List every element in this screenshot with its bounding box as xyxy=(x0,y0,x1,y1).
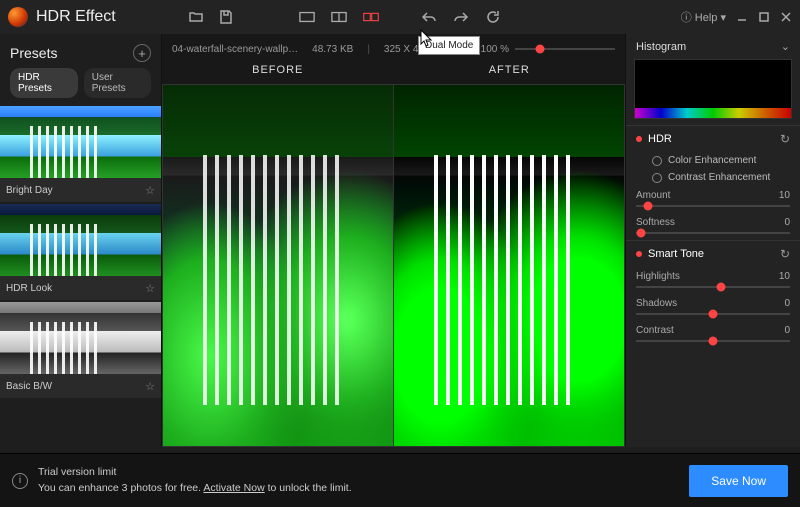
slider-value: 10 xyxy=(779,190,790,201)
radio-label: Contrast Enhancement xyxy=(668,172,770,183)
slider-label: Softness xyxy=(636,217,675,228)
tab-user-presets[interactable]: User Presets xyxy=(84,68,151,98)
redo-icon[interactable] xyxy=(453,9,469,25)
save-now-button[interactable]: Save Now xyxy=(689,465,788,497)
before-label: BEFORE xyxy=(162,64,394,84)
after-label: AFTER xyxy=(394,64,626,84)
file-info-bar: 04-waterfall-scenery-wallp… 48.73 KB | 3… xyxy=(162,34,625,64)
reset-hdr-icon[interactable]: ↻ xyxy=(780,132,790,146)
color-enhancement-radio[interactable]: Color Enhancement xyxy=(626,152,800,169)
reset-smart-tone-icon[interactable]: ↻ xyxy=(780,247,790,261)
app-logo xyxy=(8,7,28,27)
preset-thumbnail xyxy=(0,204,161,276)
title-bar: HDR Effect ⓘ Help ▾ xyxy=(0,0,800,34)
hdr-panel: HDR ↻ Color Enhancement Contrast Enhance… xyxy=(626,125,800,240)
slider-value: 0 xyxy=(784,217,790,228)
slider-label: Amount xyxy=(636,190,670,201)
amount-slider[interactable] xyxy=(636,205,790,207)
shadows-slider[interactable] xyxy=(636,313,790,315)
help-menu[interactable]: ⓘ Help ▾ xyxy=(681,9,726,25)
zoom-slider[interactable] xyxy=(515,48,615,50)
adjustments-panel: Histogram ⌄ HDR ↻ Color Enhancement Cont… xyxy=(625,34,800,447)
window-controls: ⓘ Help ▾ xyxy=(681,9,792,25)
app-title: HDR Effect xyxy=(36,8,116,26)
preset-item[interactable]: Bright Day ☆ xyxy=(0,106,161,202)
close-icon[interactable] xyxy=(780,11,792,23)
hdr-panel-header[interactable]: HDR ↻ xyxy=(626,126,800,152)
histogram-display xyxy=(634,59,792,119)
slider-value: 0 xyxy=(784,325,790,336)
preset-label: Basic B/W xyxy=(6,381,52,392)
before-pane[interactable] xyxy=(162,84,394,447)
histogram-header[interactable]: Histogram ⌄ xyxy=(626,34,800,59)
minimize-icon[interactable] xyxy=(736,11,748,23)
undo-icon[interactable] xyxy=(421,9,437,25)
trial-text: Trial version limit You can enhance 3 ph… xyxy=(38,465,352,497)
favorite-icon[interactable]: ☆ xyxy=(145,184,155,197)
preset-item[interactable]: Basic B/W ☆ xyxy=(0,302,161,398)
contrast-slider[interactable] xyxy=(636,340,790,342)
active-dot-icon xyxy=(636,251,642,257)
chevron-down-icon: ⌄ xyxy=(781,40,790,53)
preset-thumbnail xyxy=(0,106,161,178)
view-mode-group xyxy=(299,9,501,25)
radio-label: Color Enhancement xyxy=(668,155,756,166)
shadows-slider-row: Shadows 0 xyxy=(626,294,800,321)
help-label: Help xyxy=(695,12,718,24)
slider-label: Shadows xyxy=(636,298,677,309)
preset-label: Bright Day xyxy=(6,185,53,196)
contrast-slider-row: Contrast 0 xyxy=(626,321,800,348)
preset-item[interactable]: HDR Look ☆ xyxy=(0,204,161,300)
radio-icon xyxy=(652,156,662,166)
radio-icon xyxy=(652,173,662,183)
slider-label: Highlights xyxy=(636,271,680,282)
presets-sidebar: Presets + HDR Presets User Presets Brigh… xyxy=(0,34,162,447)
trial-line-a: You can enhance 3 photos for free. xyxy=(38,482,203,494)
preset-thumbnail xyxy=(0,302,161,374)
highlights-slider-row: Highlights 10 xyxy=(626,267,800,294)
presets-title: Presets xyxy=(10,45,57,61)
amount-slider-row: Amount 10 xyxy=(626,186,800,213)
open-folder-icon[interactable] xyxy=(188,9,204,25)
file-tools xyxy=(188,9,234,25)
dual-view-icon[interactable] xyxy=(363,9,379,25)
maximize-icon[interactable] xyxy=(758,11,770,23)
single-view-icon[interactable] xyxy=(299,9,315,25)
highlights-slider[interactable] xyxy=(636,286,790,288)
reset-all-icon[interactable] xyxy=(485,9,501,25)
bottom-bar: i Trial version limit You can enhance 3 … xyxy=(0,453,800,507)
slider-value: 10 xyxy=(779,271,790,282)
after-pane[interactable] xyxy=(394,84,625,447)
center-panel: 04-waterfall-scenery-wallp… 48.73 KB | 3… xyxy=(162,34,625,447)
trial-title: Trial version limit xyxy=(38,465,352,481)
favorite-icon[interactable]: ☆ xyxy=(145,282,155,295)
trial-line-b: to unlock the limit. xyxy=(265,482,352,494)
smart-tone-header[interactable]: Smart Tone ↻ xyxy=(626,241,800,267)
preset-label: HDR Look xyxy=(6,283,52,294)
smart-tone-panel: Smart Tone ↻ Highlights 10 Shadows 0 Contr… xyxy=(626,240,800,348)
tooltip-dual-mode: Dual Mode xyxy=(418,36,480,55)
info-icon: i xyxy=(12,473,28,489)
favorite-icon[interactable]: ☆ xyxy=(145,380,155,393)
activate-link[interactable]: Activate Now xyxy=(203,482,264,494)
tab-hdr-presets[interactable]: HDR Presets xyxy=(10,68,78,98)
split-view-icon[interactable] xyxy=(331,9,347,25)
contrast-enhancement-radio[interactable]: Contrast Enhancement xyxy=(626,169,800,186)
file-name: 04-waterfall-scenery-wallp… xyxy=(172,44,298,55)
softness-slider[interactable] xyxy=(636,232,790,234)
zoom-value: 100 % xyxy=(481,44,509,55)
add-preset-button[interactable]: + xyxy=(133,44,151,62)
smart-tone-title: Smart Tone xyxy=(648,248,704,260)
active-dot-icon xyxy=(636,136,642,142)
slider-label: Contrast xyxy=(636,325,674,336)
slider-value: 0 xyxy=(784,298,790,309)
hdr-title: HDR xyxy=(648,133,672,145)
softness-slider-row: Softness 0 xyxy=(626,213,800,240)
file-size: 48.73 KB xyxy=(312,44,353,55)
histogram-label: Histogram xyxy=(636,41,686,53)
save-file-icon[interactable] xyxy=(218,9,234,25)
